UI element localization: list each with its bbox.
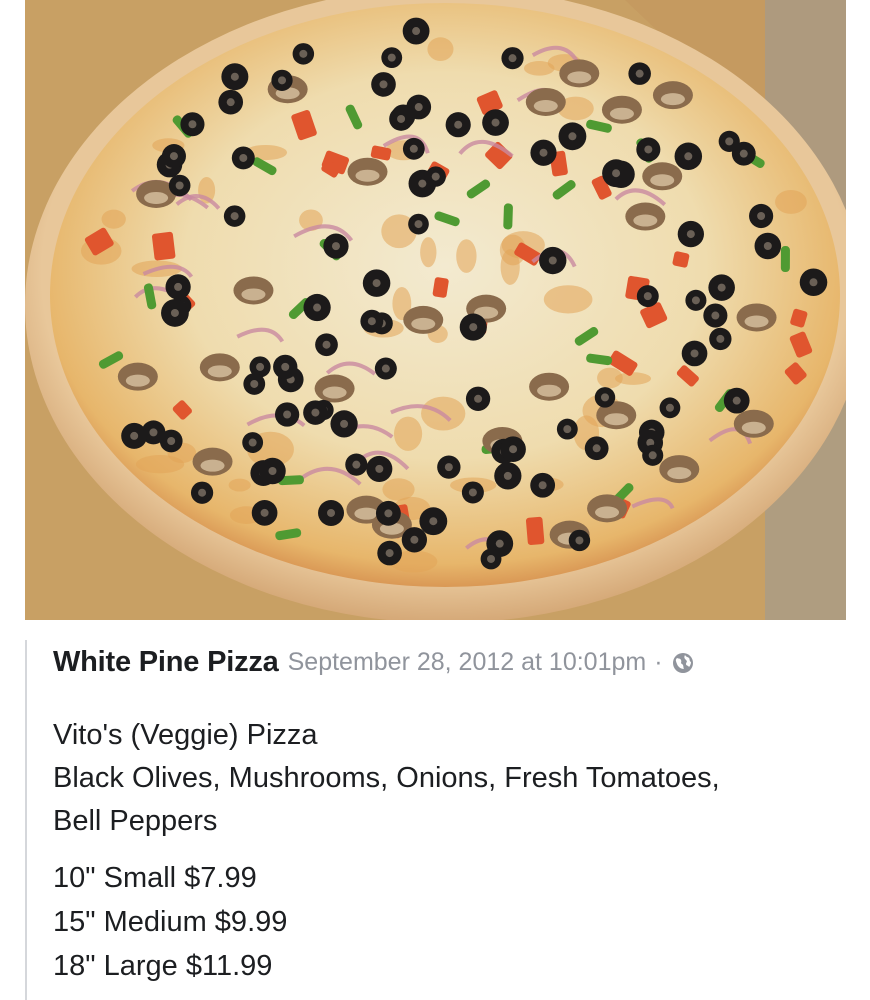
- pizza-image: [25, 0, 846, 620]
- toppings-line-2: Bell Peppers: [53, 805, 218, 837]
- pizza-title: Vito's (Veggie) Pizza: [53, 719, 318, 751]
- page-author-name[interactable]: White Pine Pizza: [53, 646, 279, 679]
- post-caption: White Pine Pizza September 28, 2012 at 1…: [25, 640, 846, 1000]
- post-timestamp[interactable]: September 28, 2012 at 10:01pm: [288, 648, 647, 677]
- separator-dot: ·: [654, 648, 663, 676]
- price-medium: 15" Medium $9.99: [53, 906, 288, 938]
- price-list: 10" Small $7.99 15" Medium $9.99 18" Lar…: [53, 856, 287, 988]
- post-header: White Pine Pizza September 28, 2012 at 1…: [53, 646, 695, 679]
- price-large: 18" Large $11.99: [53, 950, 273, 982]
- toppings-line-1: Black Olives, Mushrooms, Onions, Fresh T…: [53, 762, 720, 794]
- price-small: 10" Small $7.99: [53, 862, 257, 894]
- post-description: Vito's (Veggie) Pizza Black Olives, Mush…: [53, 714, 843, 843]
- pizza-photo[interactable]: [25, 0, 846, 620]
- globe-icon[interactable]: [671, 651, 695, 675]
